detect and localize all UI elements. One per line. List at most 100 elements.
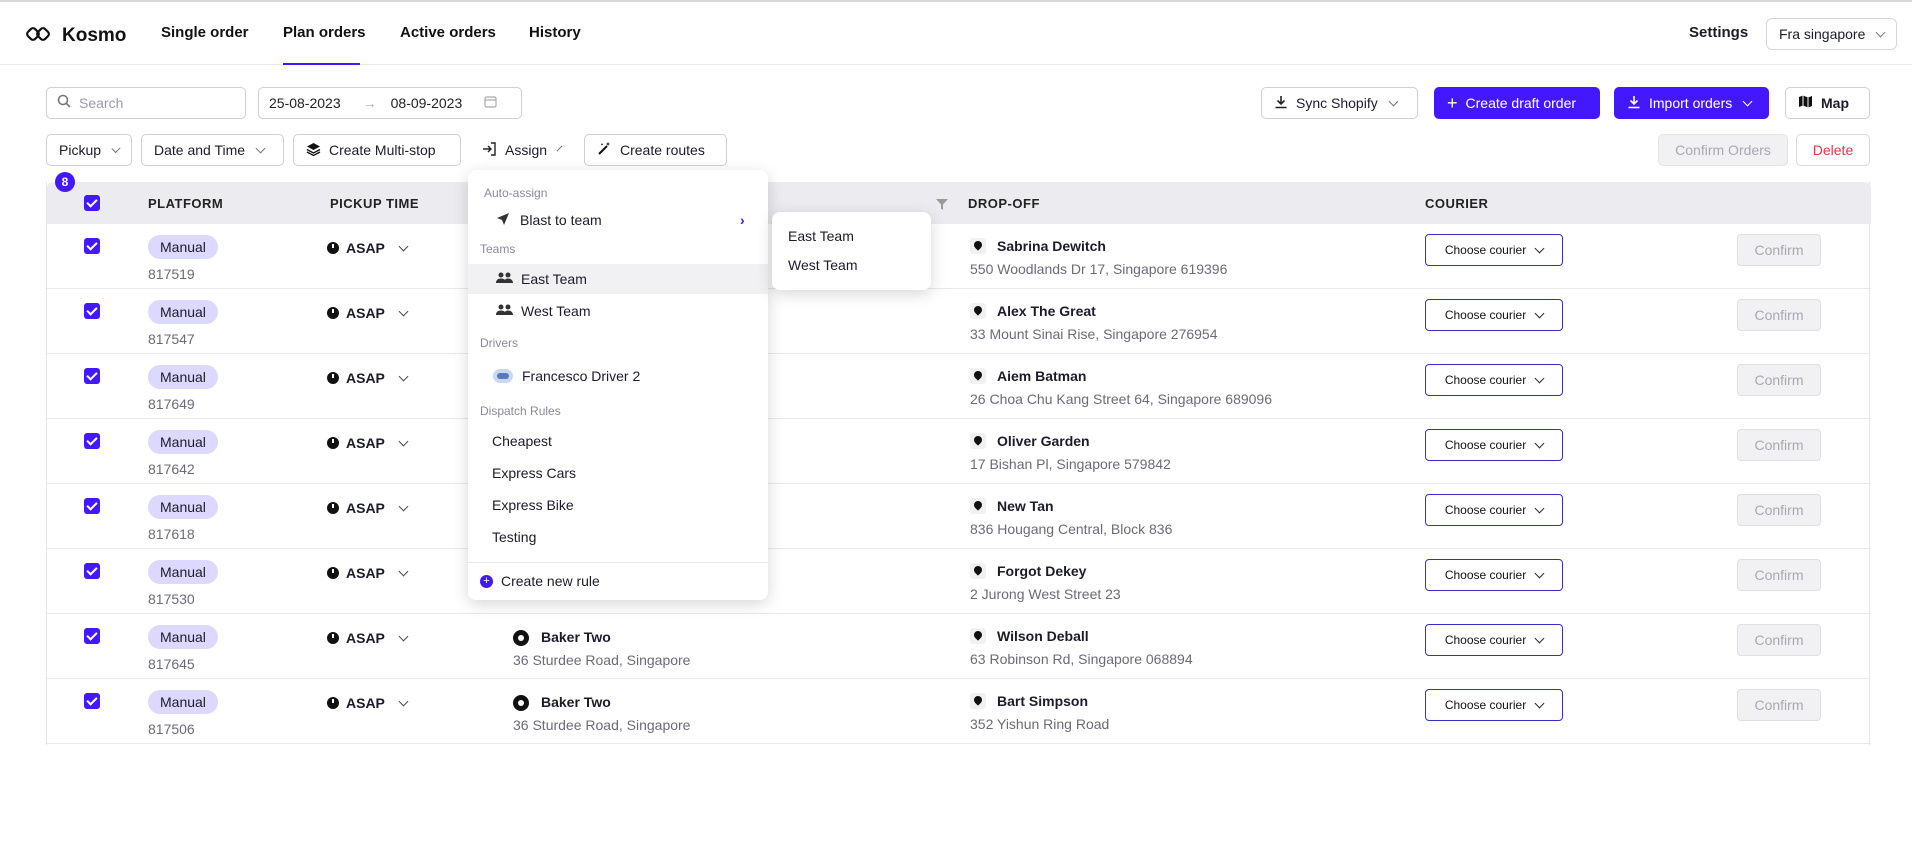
- nav-plan-orders[interactable]: Plan orders: [283, 24, 366, 41]
- submenu-east-team[interactable]: East Team: [788, 228, 854, 244]
- row-checkbox[interactable]: [84, 238, 100, 254]
- pickup-time-select[interactable]: ASAP: [327, 240, 409, 256]
- pickup-time-select[interactable]: ASAP: [327, 435, 409, 451]
- create-multistop-button[interactable]: Create Multi-stop: [293, 134, 461, 166]
- rule-cheapest[interactable]: Cheapest: [468, 426, 768, 456]
- driver-item[interactable]: Francesco Driver 2: [468, 361, 768, 391]
- table-row[interactable]: Manual 817645 ASAP Baker Two 36 Sturdee …: [47, 614, 1871, 679]
- confirm-orders-button[interactable]: Confirm Orders: [1658, 134, 1788, 166]
- rule-express-cars[interactable]: Express Cars: [468, 458, 768, 488]
- pickup-filter-label: Pickup: [59, 142, 102, 158]
- submenu-west-team[interactable]: West Team: [788, 257, 858, 273]
- platform-badge: Manual: [148, 625, 218, 649]
- pickup-time-select[interactable]: ASAP: [327, 305, 409, 321]
- table-row[interactable]: Manual 817547 ASAP Alex The Great 33 Mou…: [47, 289, 1871, 354]
- search-box[interactable]: [46, 87, 246, 119]
- choose-courier-select[interactable]: Choose courier: [1425, 364, 1563, 396]
- create-new-rule-item[interactable]: + Create new rule: [468, 566, 768, 596]
- date-range-picker[interactable]: 25-08-2023 → 08-09-2023: [258, 87, 522, 119]
- chevron-down-icon: [398, 371, 409, 381]
- column-courier[interactable]: COURIER: [1425, 196, 1488, 211]
- table-row[interactable]: Manual 817530 ASAP Forgot Dekey 2 Jurong…: [47, 549, 1871, 614]
- table-row[interactable]: Manual 817519 ASAP Sabrina Dewitch 550 W…: [47, 224, 1871, 289]
- pickup-time-select[interactable]: ASAP: [327, 630, 409, 646]
- pickup-filter[interactable]: Pickup: [46, 134, 132, 166]
- rule-express-bike[interactable]: Express Bike: [468, 490, 768, 520]
- chevron-down-icon: [1534, 438, 1545, 448]
- order-id: 817645: [148, 656, 195, 672]
- dropoff-name: Wilson Deball: [997, 628, 1089, 644]
- team-west-item[interactable]: West Team: [468, 296, 768, 326]
- confirm-button[interactable]: Confirm: [1737, 364, 1821, 396]
- date-from[interactable]: 25-08-2023: [269, 95, 341, 111]
- chevron-down-icon: [1534, 373, 1545, 383]
- choose-courier-select[interactable]: Choose courier: [1425, 429, 1563, 461]
- confirm-button[interactable]: Confirm: [1737, 234, 1821, 266]
- table-row[interactable]: Manual 817642 ASAP Oliver Garden 17 Bish…: [47, 419, 1871, 484]
- top-navbar: Kosmo Single order Plan orders Active or…: [0, 2, 1912, 65]
- choose-courier-select[interactable]: Choose courier: [1425, 494, 1563, 526]
- row-checkbox[interactable]: [84, 498, 100, 514]
- choose-courier-select[interactable]: Choose courier: [1425, 299, 1563, 331]
- assign-label: Assign: [505, 142, 548, 158]
- driver-avatar: [493, 369, 513, 383]
- nav-history[interactable]: History: [529, 24, 581, 41]
- region-select[interactable]: Fra singapore: [1766, 18, 1897, 50]
- pickup-time-select[interactable]: ASAP: [327, 565, 409, 581]
- delete-button[interactable]: Delete: [1796, 134, 1870, 166]
- pickup-time-select[interactable]: ASAP: [327, 500, 409, 516]
- choose-courier-select[interactable]: Choose courier: [1425, 559, 1563, 591]
- create-routes-button[interactable]: Create routes: [584, 134, 727, 166]
- table-row[interactable]: Manual 817506 ASAP Baker Two 36 Sturdee …: [47, 679, 1871, 744]
- datetime-filter[interactable]: Date and Time: [141, 134, 284, 166]
- confirm-button[interactable]: Confirm: [1737, 624, 1821, 656]
- row-checkbox[interactable]: [84, 693, 100, 709]
- choose-courier-select[interactable]: Choose courier: [1425, 234, 1563, 266]
- pickup-time-select[interactable]: ASAP: [327, 695, 409, 711]
- chevron-down-icon: [1534, 633, 1545, 643]
- map-button[interactable]: Map: [1785, 87, 1870, 119]
- row-checkbox[interactable]: [84, 368, 100, 384]
- column-dropoff[interactable]: DROP-OFF: [968, 196, 1040, 211]
- confirm-button[interactable]: Confirm: [1737, 429, 1821, 461]
- import-orders-button[interactable]: Import orders: [1614, 87, 1769, 119]
- filter-icon[interactable]: [936, 197, 948, 214]
- choose-courier-select[interactable]: Choose courier: [1425, 624, 1563, 656]
- row-checkbox[interactable]: [84, 303, 100, 319]
- row-checkbox[interactable]: [84, 628, 100, 644]
- dropoff-name: Sabrina Dewitch: [997, 238, 1106, 254]
- pickup-time-select[interactable]: ASAP: [327, 370, 409, 386]
- clock-icon: [327, 632, 339, 644]
- kosmo-logo-icon: [24, 20, 52, 52]
- table-row[interactable]: Manual 817649 ASAP Aiem Batman 26 Choa C…: [47, 354, 1871, 419]
- select-all-checkbox[interactable]: [84, 195, 100, 211]
- settings-link[interactable]: Settings: [1689, 24, 1748, 41]
- choose-courier-label: Choose courier: [1444, 698, 1527, 712]
- choose-courier-select[interactable]: Choose courier: [1425, 689, 1563, 721]
- create-draft-order-button[interactable]: + Create draft order: [1434, 87, 1600, 119]
- row-checkbox[interactable]: [84, 563, 100, 579]
- brand-logo[interactable]: Kosmo: [24, 20, 126, 52]
- table-row[interactable]: Manual 817618 ASAP New Tan 836 Hougang C…: [47, 484, 1871, 549]
- assign-button[interactable]: Assign: [470, 134, 570, 166]
- confirm-button[interactable]: Confirm: [1737, 494, 1821, 526]
- date-to[interactable]: 08-09-2023: [391, 95, 463, 111]
- column-pickup-time[interactable]: PICKUP TIME: [330, 196, 419, 211]
- import-orders-label: Import orders: [1649, 95, 1733, 111]
- nav-single-order[interactable]: Single order: [161, 24, 249, 41]
- blast-to-team-item[interactable]: Blast to team ›: [468, 205, 768, 235]
- confirm-button[interactable]: Confirm: [1737, 299, 1821, 331]
- team-east-item[interactable]: East Team: [468, 264, 768, 294]
- rule-testing[interactable]: Testing: [468, 522, 768, 552]
- confirm-button[interactable]: Confirm: [1737, 689, 1821, 721]
- column-platform[interactable]: PLATFORM: [148, 196, 223, 211]
- chevron-down-icon: [1875, 27, 1886, 37]
- confirm-button[interactable]: Confirm: [1737, 559, 1821, 591]
- nav-active-orders[interactable]: Active orders: [400, 24, 496, 41]
- choose-courier-label: Choose courier: [1444, 568, 1527, 582]
- send-icon: [496, 212, 510, 229]
- pickup-address: 36 Sturdee Road, Singapore: [513, 717, 691, 733]
- search-input[interactable]: [79, 95, 229, 111]
- row-checkbox[interactable]: [84, 433, 100, 449]
- sync-shopify-button[interactable]: Sync Shopify: [1261, 87, 1418, 119]
